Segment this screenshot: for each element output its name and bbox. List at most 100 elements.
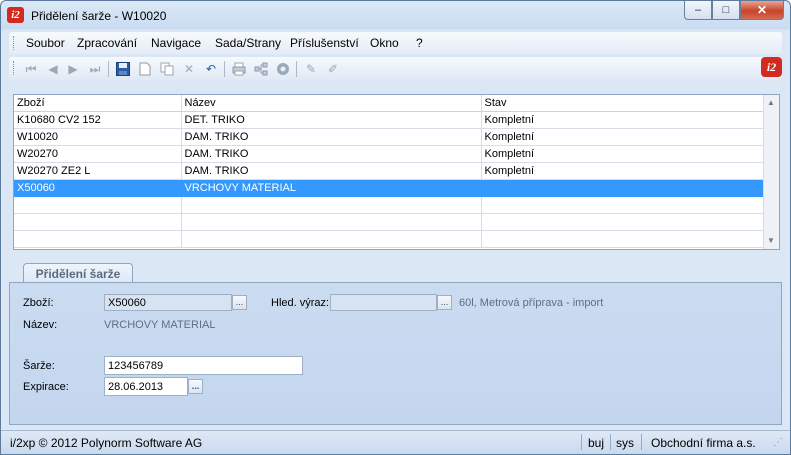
cell-stav: [481, 230, 765, 248]
nazev-label: Název:: [23, 319, 58, 331]
status-separator: [581, 434, 582, 450]
app-logo-icon: i2: [7, 7, 24, 23]
new-document-icon[interactable]: [137, 61, 153, 77]
cell-nazev: DAM. TRIKO: [181, 162, 482, 180]
menu-help[interactable]: ?: [416, 36, 423, 50]
column-header-nazev[interactable]: Název: [181, 95, 482, 112]
last-record-icon[interactable]: ⏭: [87, 61, 103, 77]
save-icon[interactable]: [115, 61, 131, 77]
menu-navigace[interactable]: Navigace: [151, 36, 201, 50]
hled-vyraz-field[interactable]: [330, 294, 437, 311]
edit-pen-alt-icon[interactable]: ✐: [325, 61, 341, 77]
data-grid[interactable]: Zboží Název Stav K10680 CV2 152 DET. TRIK…: [13, 94, 780, 250]
next-record-icon[interactable]: ▶: [65, 61, 81, 77]
toolbar-grip[interactable]: [13, 61, 16, 75]
sarze-field[interactable]: 123456789: [104, 356, 303, 375]
toolbar: ⏮ ◀ ▶ ⏭ ✕ ↶ ✎ ✐: [9, 57, 782, 81]
cell-zbozi: W20270 ZE2 L: [14, 162, 182, 180]
status-copyright: i/2xp © 2012 Polynorm Software AG: [10, 436, 203, 450]
table-row[interactable]: W20270 DAM. TRIKO Kompletní: [14, 145, 765, 163]
tree-icon[interactable]: [253, 61, 269, 77]
cell-zbozi: W10020: [14, 128, 182, 146]
menu-zpracovani[interactable]: Zpracování: [77, 36, 137, 50]
cell-nazev: [181, 230, 482, 248]
menu-okno[interactable]: Okno: [370, 36, 399, 50]
cell-zbozi: [14, 230, 182, 248]
close-button[interactable]: ✕: [740, 1, 784, 20]
column-header-zbozi[interactable]: Zboží: [14, 95, 182, 112]
vertical-scrollbar[interactable]: ▲ ▼: [763, 95, 779, 249]
cell-nazev: DAM. TRIKO: [181, 128, 482, 146]
cell-stav: Kompletní: [481, 145, 765, 163]
cell-stav: [481, 196, 765, 214]
resize-grip-icon[interactable]: ⋰: [773, 437, 783, 448]
cell-stav: Kompletní: [481, 111, 765, 129]
application-window: i2 Přidělení šarže - W10020 – □ ✕ Soubor…: [0, 0, 791, 455]
table-row[interactable]: W20270 ZE2 L DAM. TRIKO Kompletní: [14, 162, 765, 180]
zbozi-lookup-button[interactable]: ...: [232, 295, 247, 310]
form-panel: Zboží: X50060 ... Hled. výraz: ... 60l, …: [9, 282, 782, 425]
expirace-field[interactable]: 28.06.2013: [104, 377, 188, 396]
cell-nazev: DAM. TRIKO: [181, 145, 482, 163]
cell-zbozi: [14, 213, 182, 231]
status-company: Obchodní firma a.s.: [651, 436, 756, 450]
window-controls: – □ ✕: [684, 1, 784, 21]
table-row[interactable]: K10680 CV2 152 DET. TRIKO Kompletní: [14, 111, 765, 129]
status-database: sys: [616, 436, 634, 450]
toolbar-separator: [108, 61, 109, 77]
zbozi-field[interactable]: X50060: [104, 294, 232, 311]
nazev-value: VRCHOVY MATERIAL: [104, 319, 216, 331]
cell-zbozi: W20270: [14, 145, 182, 163]
zbozi-label: Zboží:: [23, 297, 54, 309]
menu-prislusenstvi[interactable]: Příslušenství: [290, 36, 359, 50]
cell-nazev: VRCHOVY MATERIAL: [181, 179, 482, 197]
hled-vyraz-label: Hled. výraz:: [271, 297, 330, 309]
tab-prideleni-sarze[interactable]: Přidělení šarže: [23, 263, 133, 284]
table-row[interactable]: [14, 213, 765, 231]
cell-stav: [481, 213, 765, 231]
copy-icon[interactable]: [159, 61, 175, 77]
scroll-down-icon[interactable]: ▼: [767, 236, 775, 245]
previous-record-icon[interactable]: ◀: [45, 61, 61, 77]
window-title: Přidělení šarže - W10020: [31, 9, 167, 23]
brand-logo-icon: i2: [761, 57, 782, 77]
menu-sada-strany[interactable]: Sada/Strany: [215, 36, 281, 50]
cell-zbozi: K10680 CV2 152: [14, 111, 182, 129]
cell-zbozi: [14, 196, 182, 214]
undo-icon[interactable]: ↶: [203, 61, 219, 77]
expirace-picker-button[interactable]: ...: [188, 379, 203, 394]
toolbar-separator: [296, 61, 297, 77]
cell-nazev: DET. TRIKO: [181, 111, 482, 129]
info-text: 60l, Metrová příprava - import: [459, 297, 604, 309]
table-row[interactable]: W10020 DAM. TRIKO Kompletní: [14, 128, 765, 146]
print-icon[interactable]: [231, 61, 247, 77]
menu-soubor[interactable]: Soubor: [26, 36, 65, 50]
tab-strip: Přidělení šarže: [9, 263, 782, 284]
grid-header-row: Zboží Název Stav: [14, 95, 765, 112]
table-row[interactable]: [14, 196, 765, 214]
table-row[interactable]: [14, 230, 765, 248]
table-row-selected[interactable]: X50060 VRCHOVY MATERIAL: [14, 179, 765, 197]
delete-icon[interactable]: ✕: [181, 61, 197, 77]
hled-vyraz-lookup-button[interactable]: ...: [437, 295, 452, 310]
cell-nazev: [181, 213, 482, 231]
toolbar-separator: [224, 61, 225, 77]
sarze-label: Šarže:: [23, 360, 55, 372]
cell-stav: [481, 179, 765, 197]
cell-nazev: [181, 196, 482, 214]
status-user: buj: [588, 436, 605, 450]
menu-bar: Soubor Zpracování Navigace Sada/Strany P…: [9, 32, 782, 54]
first-record-icon[interactable]: ⏮: [23, 61, 39, 77]
menu-grip[interactable]: [13, 36, 16, 50]
edit-pen-icon[interactable]: ✎: [303, 61, 319, 77]
status-separator: [641, 434, 642, 450]
cell-stav: Kompletní: [481, 162, 765, 180]
maximize-button[interactable]: □: [712, 1, 740, 20]
status-separator: [610, 434, 611, 450]
cell-zbozi: X50060: [14, 179, 182, 197]
minimize-button[interactable]: –: [684, 1, 712, 20]
scroll-up-icon[interactable]: ▲: [767, 98, 775, 107]
column-header-stav[interactable]: Stav: [481, 95, 765, 112]
title-bar[interactable]: i2 Přidělení šarže - W10020 – □ ✕: [1, 1, 790, 29]
settings-gear-icon[interactable]: [275, 61, 291, 77]
